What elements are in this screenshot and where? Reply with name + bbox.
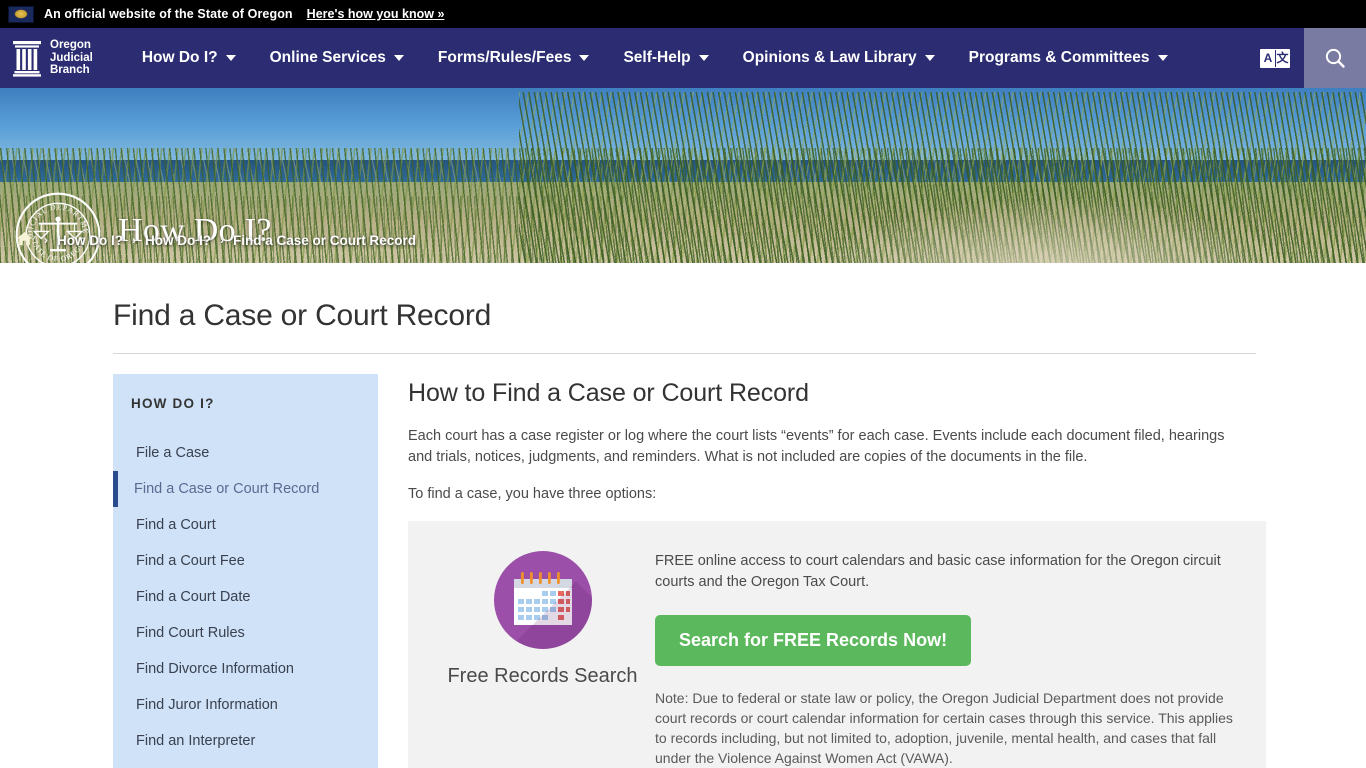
sidebar-item-find-juror-information[interactable]: Find Juror Information — [113, 687, 378, 723]
intro-paragraph-1: Each court has a case register or log wh… — [408, 428, 1225, 465]
search-free-records-button[interactable]: Search for FREE Records Now! — [655, 615, 972, 666]
sidebar-navigation: HOW DO I? File a Case Find a Case or Cou… — [113, 374, 378, 768]
breadcrumb: › How Do I? › How Do I? › Find a Case or… — [16, 231, 416, 249]
breadcrumb-item-current: Find a Case or Court Record — [233, 232, 417, 248]
sidebar-item-find-a-case-or-court-record[interactable]: Find a Case or Court Record — [113, 471, 378, 507]
chevron-down-icon — [924, 55, 935, 61]
scales-of-justice-seal: JUDICIAL DEPARTMENT STATE OF OREGON — [14, 191, 101, 263]
sidebar-item-find-court-rules[interactable]: Find Court Rules — [113, 615, 378, 651]
main-navigation-bar: Oregon Judicial Branch How Do I? Online … — [0, 28, 1366, 88]
nav-items-list: How Do I? Online Services Forms/Rules/Fe… — [107, 28, 1246, 88]
nav-item-self-help[interactable]: Self-Help — [606, 28, 725, 88]
chevron-down-icon — [1157, 55, 1168, 61]
page-title: Find a Case or Court Record — [113, 299, 492, 332]
card-description: FREE online access to court calendars an… — [655, 553, 1221, 590]
sidebar-item-find-divorce-information[interactable]: Find Divorce Information — [113, 651, 378, 687]
intro-paragraph-2: To find a case, you have three options: — [408, 486, 657, 502]
chevron-down-icon — [225, 55, 236, 61]
translate-icon: A 文 — [1260, 48, 1290, 68]
sidebar-item-file-a-case[interactable]: File a Case — [113, 435, 378, 471]
card-content-area: FREE online access to court calendars an… — [655, 545, 1244, 768]
official-website-text: An official website of the State of Oreg… — [44, 7, 293, 21]
breadcrumb-separator: › — [132, 233, 136, 247]
card-icon-caption: Free Records Search — [447, 665, 638, 687]
page-content-wrapper: Find a Case or Court Record HOW DO I? Fi… — [0, 299, 1366, 768]
main-heading: How to Find a Case or Court Record — [408, 379, 809, 407]
nav-item-label: Programs & Committees — [968, 49, 1150, 66]
content-columns: HOW DO I? File a Case Find a Case or Cou… — [110, 374, 1266, 768]
nav-item-label: Online Services — [269, 49, 386, 66]
sidebar-item-get-a-restraining-order[interactable]: Get a Restraining Order — [113, 759, 378, 768]
home-icon — [17, 231, 32, 246]
breadcrumb-home-icon[interactable] — [16, 231, 33, 249]
nav-item-how-do-i[interactable]: How Do I? — [125, 28, 253, 88]
brand-logo-link[interactable]: Oregon Judicial Branch — [0, 28, 107, 88]
card-note: Note: Due to federal or state law or pol… — [655, 690, 1233, 766]
brand-name-text: Oregon Judicial Branch — [50, 39, 93, 77]
hero-banner: JUDICIAL DEPARTMENT STATE OF OREGON How … — [0, 88, 1366, 263]
calendar-icon-circle — [493, 551, 592, 649]
free-records-search-card: Free Records Search FREE online access t… — [408, 521, 1266, 768]
courthouse-column-icon — [13, 41, 41, 77]
main-content-column: How to Find a Case or Court Record Each … — [378, 374, 1266, 768]
breadcrumb-separator: › — [220, 233, 224, 247]
sidebar-item-find-a-court-date[interactable]: Find a Court Date — [113, 579, 378, 615]
nav-item-label: Forms/Rules/Fees — [437, 49, 572, 66]
nav-item-label: Opinions & Law Library — [742, 49, 917, 66]
breadcrumb-item-how-do-i-1[interactable]: How Do I? — [57, 233, 123, 248]
nav-item-forms-rules-fees[interactable]: Forms/Rules/Fees — [421, 28, 607, 88]
nav-item-label: Self-Help — [623, 49, 691, 66]
translate-icon-cjk: 文 — [1275, 49, 1289, 67]
translate-button[interactable]: A 文 — [1246, 28, 1304, 88]
chevron-down-icon — [393, 55, 404, 61]
sidebar-item-find-a-court[interactable]: Find a Court — [113, 507, 378, 543]
search-button[interactable] — [1304, 28, 1366, 88]
chevron-down-icon — [579, 55, 590, 61]
nav-right-actions: A 文 — [1246, 28, 1366, 88]
nav-item-label: How Do I? — [141, 49, 218, 66]
calendar-icon — [513, 572, 572, 625]
sidebar-item-find-a-court-fee[interactable]: Find a Court Fee — [113, 543, 378, 579]
nav-item-programs-committees[interactable]: Programs & Committees — [952, 28, 1185, 88]
heres-how-you-know-link[interactable]: Here's how you know » — [307, 7, 445, 21]
oregon-state-flag-icon — [8, 5, 34, 23]
card-icon-area: Free Records Search — [430, 545, 655, 768]
sidebar-item-find-an-interpreter[interactable]: Find an Interpreter — [113, 723, 378, 759]
nav-item-online-services[interactable]: Online Services — [253, 28, 421, 88]
title-divider — [113, 353, 1256, 354]
breadcrumb-separator: › — [44, 233, 48, 247]
breadcrumb-item-how-do-i-2[interactable]: How Do I? — [145, 233, 211, 248]
search-icon — [1325, 48, 1345, 68]
official-state-bar: An official website of the State of Oreg… — [0, 0, 1366, 28]
chevron-down-icon — [698, 55, 709, 61]
translate-icon-latin: A — [1263, 51, 1273, 65]
nav-item-opinions-law-library[interactable]: Opinions & Law Library — [726, 28, 952, 88]
hero-sand-patch — [819, 199, 1285, 263]
sidebar-heading: HOW DO I? — [131, 396, 215, 411]
svg-text:JUDICIAL DEPARTMENT: JUDICIAL DEPARTMENT — [14, 191, 91, 236]
